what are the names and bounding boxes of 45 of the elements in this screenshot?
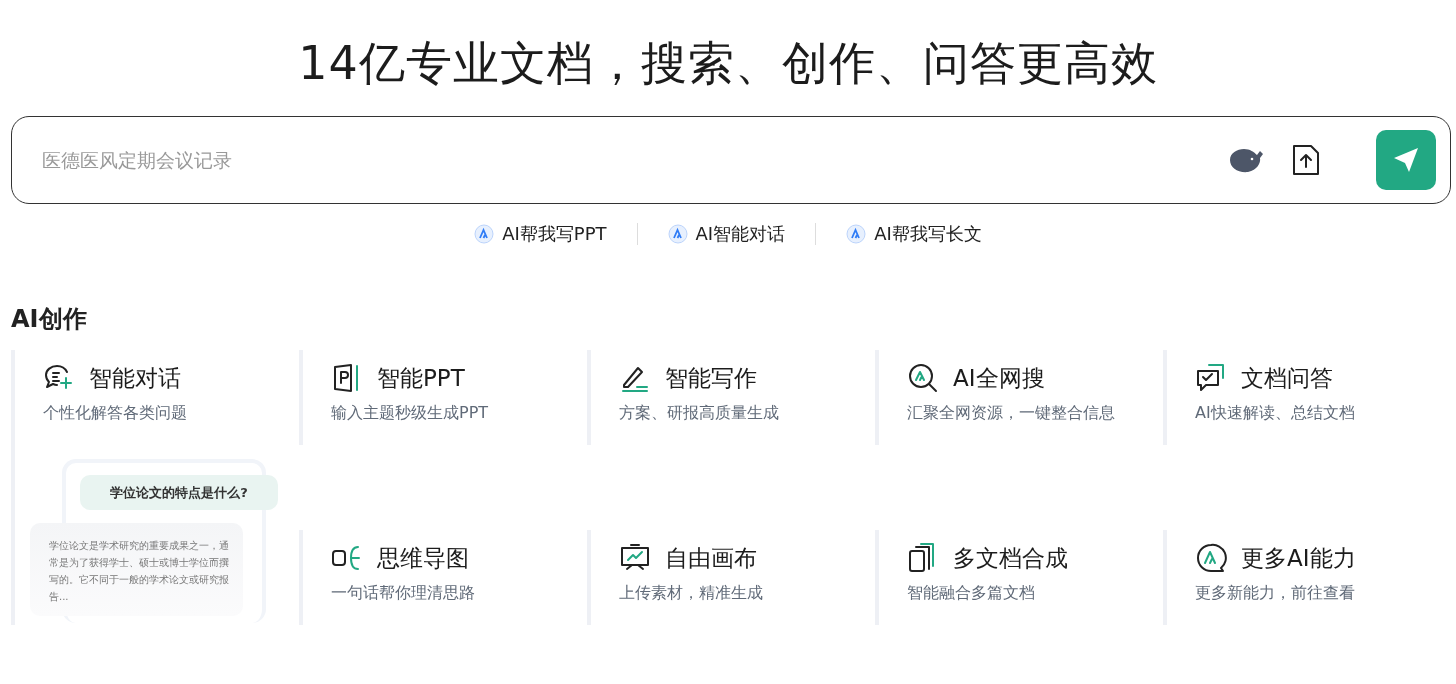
quick-link[interactable]: AI智能对话 xyxy=(637,222,816,246)
feature-subtitle: 上传素材，精准生成 xyxy=(619,583,764,604)
feature-title: 智能写作 xyxy=(665,363,757,393)
feature-title: 智能PPT xyxy=(377,363,465,393)
feature-subtitle: 个性化解答各类问题 xyxy=(43,403,188,424)
feature-title: AI全网搜 xyxy=(953,363,1045,393)
question-bubble: 学位论文的特点是什么? xyxy=(80,475,278,510)
feature-card[interactable]: AI全网搜 汇聚全网资源，一键整合信息 xyxy=(875,350,1163,445)
feature-title: 自由画布 xyxy=(665,543,757,573)
ai-bubble-icon xyxy=(1195,542,1227,574)
search-field[interactable]: 医德医风定期会议记录 xyxy=(40,148,1228,172)
feature-subtitle: 方案、研报高质量生成 xyxy=(619,403,780,424)
feature-card[interactable]: 思维导图 一句话帮你理清思路 xyxy=(299,530,587,625)
feature-card[interactable]: 多文档合成 智能融合多篇文档 xyxy=(875,530,1163,625)
search-icon xyxy=(907,362,939,394)
quick-link[interactable]: AI帮我写长文 xyxy=(816,222,1012,246)
upload-file-icon[interactable] xyxy=(1292,144,1320,176)
section-title: AI创作 xyxy=(11,304,88,335)
ai-logo-icon xyxy=(474,224,495,244)
feature-subtitle: 智能融合多篇文档 xyxy=(907,583,1036,604)
chat-check-icon xyxy=(1195,362,1227,394)
feature-card[interactable]: 智能写作 方案、研报高质量生成 xyxy=(587,350,875,445)
feature-subtitle: 汇聚全网资源，一键整合信息 xyxy=(907,403,1116,424)
feature-subtitle: 输入主题秒级生成PPT xyxy=(331,403,490,424)
quick-link[interactable]: AI帮我写PPT xyxy=(444,222,637,246)
feature-title: 智能对话 xyxy=(89,363,181,393)
search-bar[interactable]: 医德医风定期会议记录 xyxy=(11,116,1451,204)
ai-logo-icon xyxy=(846,224,867,244)
headline: 14亿专业文档，搜索、创作、问答更高效 xyxy=(297,35,1159,92)
feature-card[interactable]: 更多AI能力 更多新能力，前往查看 xyxy=(1163,530,1451,625)
feature-title: 思维导图 xyxy=(377,543,469,573)
feature-card[interactable]: 文档问答 AI快速解读、总结文档 xyxy=(1163,350,1451,445)
answer-bubble: 学位论文是学术研究的重要成果之一，通常是为了获得学士、硕士或博士学位而撰写的。它不同于一般的学术论文或研究报告... xyxy=(30,523,243,616)
feature-title: 更多AI能力 xyxy=(1241,543,1356,573)
whale-icon[interactable] xyxy=(1228,146,1266,174)
feature-card[interactable]: 智能PPT 输入主题秒级生成PPT xyxy=(299,350,587,445)
ai-logo-icon xyxy=(667,224,688,244)
feature-title: 文档问答 xyxy=(1241,363,1333,393)
feature-title: 多文档合成 xyxy=(953,543,1068,573)
feature-subtitle: 更多新能力，前往查看 xyxy=(1195,583,1356,604)
send-button[interactable] xyxy=(1376,130,1436,190)
feature-subtitle: AI快速解读、总结文档 xyxy=(1195,403,1356,424)
feature-card[interactable]: 智能对话 个性化解答各类问题 学位论文的特点是什么? 学位论文是学术研究的重要成果之一，通常是为了获得学士、硕士或博士学位而撰写的。它不同于一般的学术论文或研究报告... xyxy=(11,350,299,625)
feature-subtitle: 一句话帮你理清思路 xyxy=(331,583,476,604)
feature-card[interactable]: 自由画布 上传素材，精准生成 xyxy=(587,530,875,625)
